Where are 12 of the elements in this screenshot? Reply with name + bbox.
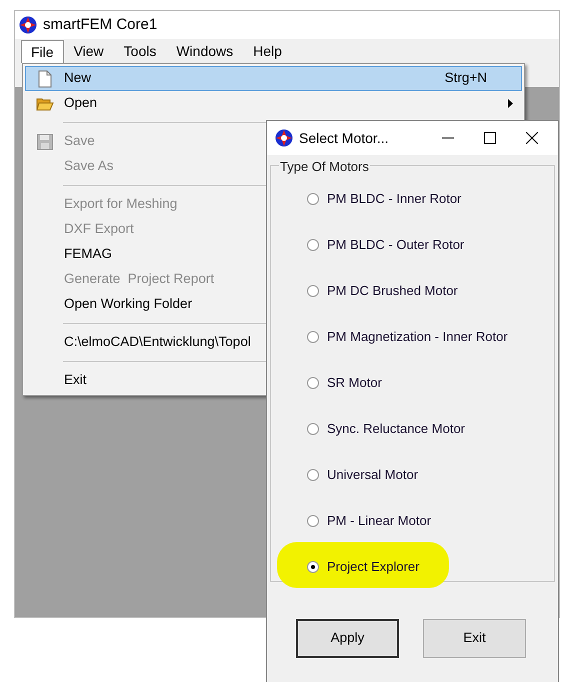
radio-label: PM BLDC - Outer Rotor bbox=[327, 236, 464, 254]
radio-label: PM DC Brushed Motor bbox=[327, 282, 458, 300]
radio-label: SR Motor bbox=[327, 374, 382, 392]
radio-label: PM - Linear Motor bbox=[327, 512, 432, 530]
radio-label: Universal Motor bbox=[327, 466, 418, 484]
window-title: smartFEM Core1 bbox=[43, 14, 158, 35]
dialog-title: Select Motor... bbox=[299, 128, 390, 148]
shortcut-label: Strg+N bbox=[444, 69, 487, 88]
radio-label: PM Magnetization - Inner Rotor bbox=[327, 328, 508, 346]
radio-label: Sync. Reluctance Motor bbox=[327, 420, 466, 438]
radio-label: Project Explorer bbox=[327, 558, 420, 576]
radio-label: PM BLDC - Inner Rotor bbox=[327, 190, 462, 208]
